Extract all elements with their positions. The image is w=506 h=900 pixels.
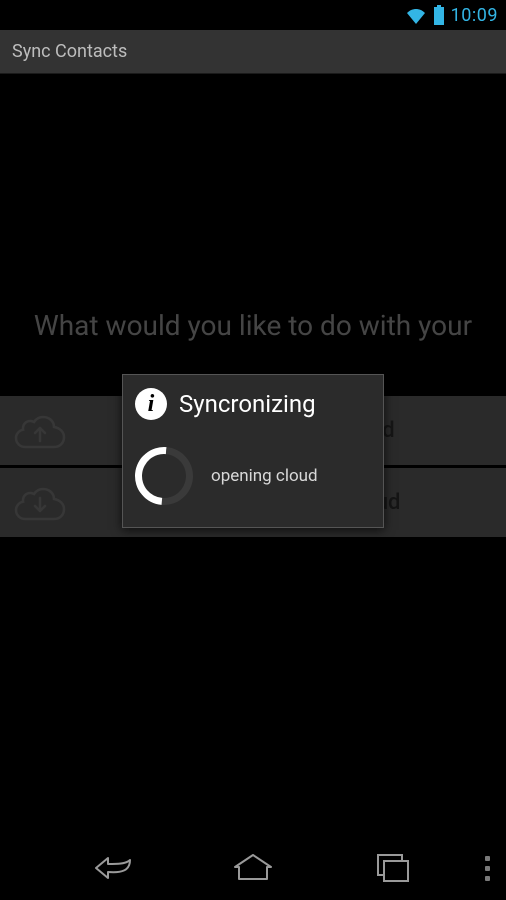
main-content: What would you like to do with your Send… [0,74,506,836]
dialog-body: opening cloud [123,433,383,527]
back-button[interactable] [83,838,143,898]
status-bar: 10:09 [0,0,506,30]
action-bar: Sync Contacts [0,30,506,74]
app-title: Sync Contacts [12,41,127,62]
menu-dot [485,876,490,881]
navigation-bar [0,836,506,900]
dialog-message: opening cloud [211,466,318,486]
status-time: 10:09 [451,5,498,26]
loading-spinner-icon [123,435,205,517]
wifi-icon [405,6,427,24]
menu-button[interactable] [485,856,490,881]
sync-dialog: i Syncronizing opening cloud [122,374,384,528]
dialog-title: Syncronizing [179,390,316,418]
info-icon: i [135,388,167,420]
menu-dot [485,866,490,871]
dialog-header: i Syncronizing [123,375,383,433]
battery-icon [433,5,445,25]
home-button[interactable] [223,838,283,898]
recent-apps-button[interactable] [363,838,423,898]
menu-dot [485,856,490,861]
